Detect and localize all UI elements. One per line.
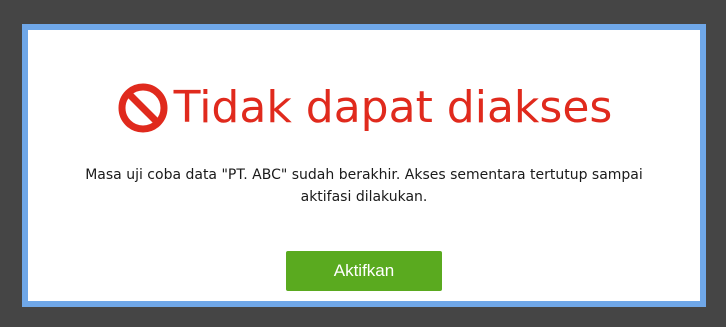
access-denied-dialog: Tidak dapat diakses Masa uji coba data "… xyxy=(22,24,706,307)
activate-button[interactable]: Aktifkan xyxy=(286,251,442,291)
dialog-title: Tidak dapat diakses xyxy=(173,82,613,133)
dialog-title-row: Tidak dapat diakses xyxy=(28,80,700,136)
dialog-message: Masa uji coba data "PT. ABC" sudah berak… xyxy=(85,167,643,205)
modal-overlay: Tidak dapat diakses Masa uji coba data "… xyxy=(0,0,726,327)
prohibited-icon xyxy=(116,81,170,135)
